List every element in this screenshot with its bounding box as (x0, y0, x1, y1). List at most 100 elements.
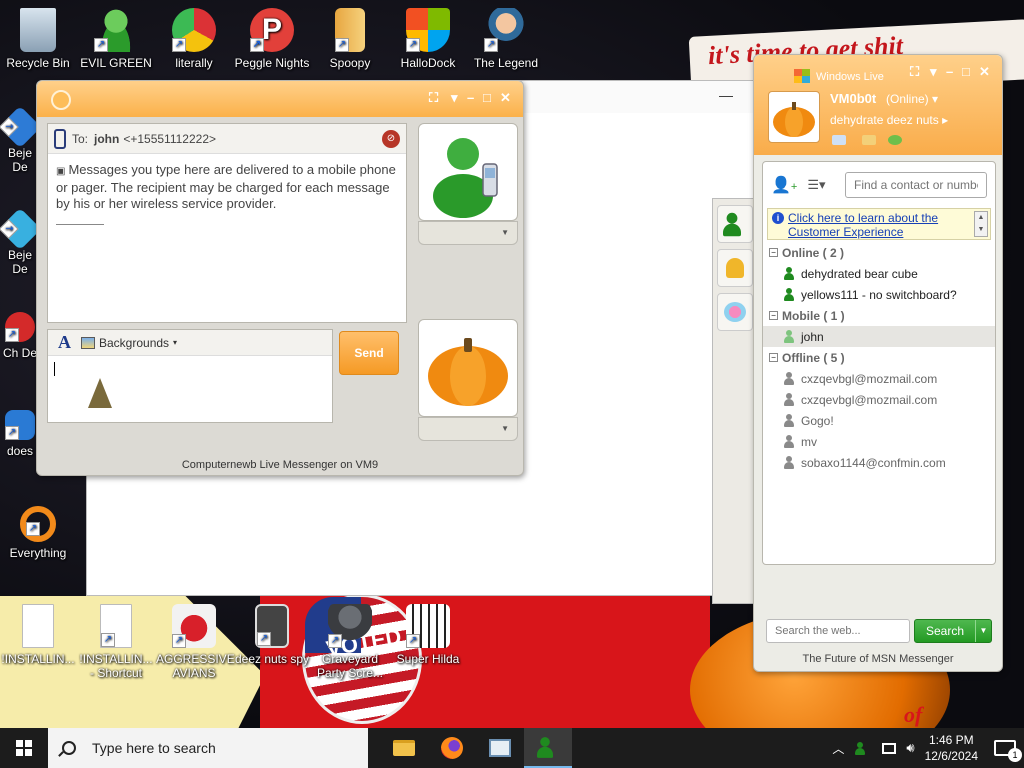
messenger-tray-icon[interactable] (854, 741, 866, 755)
chevron-down-icon[interactable]: ▼ (975, 620, 991, 642)
maximize-icon[interactable]: □ (483, 90, 491, 105)
desktop-icon-literally[interactable]: ↗ literally (156, 8, 232, 70)
desktop-icon-super-hilda[interactable]: ↗ Super Hilda (390, 604, 466, 666)
my-avatar[interactable] (768, 91, 820, 143)
block-icon[interactable]: ⊘ (382, 129, 400, 148)
desktop-icon-bejeweled-1[interactable]: ↗ Beje De (0, 105, 42, 174)
contact-list-toolbar: 👤+ ☰▾ (763, 162, 995, 208)
desktop-icon-everything[interactable]: ↗ Everything (0, 506, 76, 560)
side-tab-games[interactable] (717, 293, 753, 331)
desktop-icon-peggle-nights[interactable]: P ↗ Peggle Nights (234, 8, 310, 70)
desktop-icon-installing[interactable]: !INSTALLIN... (0, 604, 76, 666)
offline-buddy-icon (783, 393, 795, 406)
desktop-icon-graveyard-party[interactable]: ↗ Graveyard Party Scre... (312, 604, 388, 680)
menu-dropdown-icon[interactable]: ▾ (930, 64, 937, 80)
desktop-icon-aggressive-avians[interactable]: ↗ AGGRESSIVE AVIANS (156, 604, 235, 680)
maximize-icon[interactable]: □ (962, 64, 970, 79)
news-icon[interactable] (888, 135, 902, 145)
contact-item[interactable]: cxzqevbgl@mozmail.com (763, 368, 995, 389)
contact-item[interactable]: mv (763, 431, 995, 452)
chevron-up-icon[interactable]: ︿ (832, 740, 844, 757)
desktop-icon-does[interactable]: ↗ does (0, 410, 40, 458)
group-online[interactable]: − Online ( 2 ) (763, 242, 995, 263)
send-button[interactable]: Send (339, 331, 399, 375)
web-search-button[interactable]: Search ▼ (914, 619, 992, 643)
paint-bucket-icon[interactable]: ⛶ (910, 64, 919, 80)
volume-icon[interactable]: 🔊︎ (906, 740, 914, 756)
minimize-icon[interactable]: — (719, 87, 733, 103)
taskbar-window-app[interactable] (476, 728, 524, 768)
backgrounds-label: Backgrounds (99, 335, 170, 350)
minimize-icon[interactable]: – (467, 90, 474, 105)
contact-search-input[interactable] (845, 172, 987, 198)
contact-item[interactable]: dehydrated bear cube (763, 263, 995, 284)
messenger-logo-icon (51, 90, 71, 110)
conversation-window: ⛶ ▾ – □ ✕ To: john <+15551112222> ⊘ ▣ Mes… (36, 80, 524, 476)
contact-item[interactable]: sobaxo1144@confmin.com (763, 452, 995, 473)
close-icon[interactable]: ✕ (500, 90, 511, 106)
conversation-titlebar[interactable]: ⛶ ▾ – □ ✕ (37, 81, 523, 117)
side-tab-alerts[interactable] (717, 249, 753, 287)
my-display-picture[interactable] (418, 319, 518, 417)
contact-item[interactable]: cxzqevbgl@mozmail.com (763, 389, 995, 410)
taskbar-file-explorer[interactable] (380, 728, 428, 768)
personal-message-text: dehydrate deez nuts (830, 113, 939, 127)
desktop-icon-installing-shortcut[interactable]: ↗ !INSTALLIN... - Shortcut (78, 604, 154, 680)
add-contact-icon[interactable]: 👤+ (771, 175, 797, 195)
start-button[interactable] (0, 728, 48, 768)
side-tab-contact[interactable] (717, 205, 753, 243)
personal-message[interactable]: dehydrate deez nuts ▸ (830, 113, 948, 127)
desktop-icon-hallodock[interactable]: ↗ HalloDock (390, 8, 466, 70)
notification-center-icon[interactable]: 1 (994, 740, 1022, 762)
contact-display-picture[interactable] (418, 123, 518, 221)
group-mobile[interactable]: − Mobile ( 1 ) (763, 305, 995, 326)
info-link[interactable]: Click here to learn about the Customer E… (788, 211, 938, 239)
desktop-icon-recycle-bin[interactable]: Recycle Bin (0, 8, 76, 70)
spaces-icon[interactable] (862, 135, 876, 145)
web-search-input[interactable] (766, 619, 910, 643)
info-bar-scroll[interactable]: ▲ ▼ (974, 211, 988, 237)
desktop-icon-label: Spoopy (329, 56, 371, 70)
desktop-icon-the-legend[interactable]: ↗ The Legend (468, 8, 544, 70)
desktop-icon-spoopy[interactable]: ↗ Spoopy (312, 8, 388, 70)
contact-list-footer: The Future of MSN Messenger (802, 653, 954, 665)
info-bar[interactable]: i Click here to learn about the Customer… (767, 208, 991, 240)
taskbar-firefox[interactable] (428, 728, 476, 768)
notification-badge: 1 (1008, 748, 1022, 762)
network-icon[interactable] (882, 742, 897, 754)
desktop-icon-label: Graveyard Party Scre... (316, 652, 384, 680)
contact-item-selected[interactable]: john (763, 326, 995, 347)
my-display-name[interactable]: VM0b0t (830, 91, 876, 106)
taskbar-messenger[interactable] (524, 728, 572, 768)
my-picture-dropdown[interactable]: ▼ (418, 417, 518, 441)
search-button-label: Search (925, 624, 965, 638)
notice-divider (56, 224, 104, 225)
contact-picture-dropdown[interactable]: ▼ (418, 221, 518, 245)
my-status[interactable]: (Online) ▾ (886, 92, 938, 106)
desktop-icon-deez-nuts-spy[interactable]: ↗ deez nuts spy (234, 604, 310, 666)
status-label: (Online) (886, 92, 929, 106)
taskbar-search-box[interactable]: Type here to search (48, 728, 368, 768)
contact-list-header[interactable]: Windows Live ⛶ ▾ – □ ✕ VM0b0t (Online) ▾… (754, 55, 1002, 155)
backgrounds-button[interactable]: Backgrounds ▾ (81, 336, 177, 350)
contact-item[interactable]: yellows111 - no switchboard? (763, 284, 995, 305)
paint-bucket-icon[interactable]: ⛶ (429, 90, 438, 106)
list-view-icon[interactable]: ☰▾ (807, 177, 825, 193)
mail-icon[interactable] (832, 135, 846, 145)
menu-dropdown-icon[interactable]: ▾ (451, 90, 458, 106)
contact-name: Gogo! (801, 413, 834, 428)
font-button[interactable]: A (58, 332, 71, 353)
group-offline[interactable]: − Offline ( 5 ) (763, 347, 995, 368)
message-compose-pane[interactable]: A Backgrounds ▾ (47, 329, 333, 423)
messenger-buddy-icon (535, 736, 554, 758)
mobile-notice: ▣ Messages you type here are delivered to… (48, 154, 406, 220)
desktop-icon-evil-green[interactable]: ↗ EVIL GREEN (78, 8, 154, 70)
online-buddy-icon (783, 267, 795, 280)
contact-item[interactable]: Gogo! (763, 410, 995, 431)
desktop-icon-bejeweled-2[interactable]: ↗ Beje De (0, 207, 42, 276)
desktop-icon-chuzzle[interactable]: ↗ Ch De (0, 312, 40, 360)
minimize-icon[interactable]: – (946, 64, 953, 79)
close-icon[interactable]: ✕ (979, 64, 990, 80)
clock[interactable]: 1:46 PM 12/6/2024 (925, 732, 978, 764)
everything-search-icon: ↗ (20, 506, 56, 542)
